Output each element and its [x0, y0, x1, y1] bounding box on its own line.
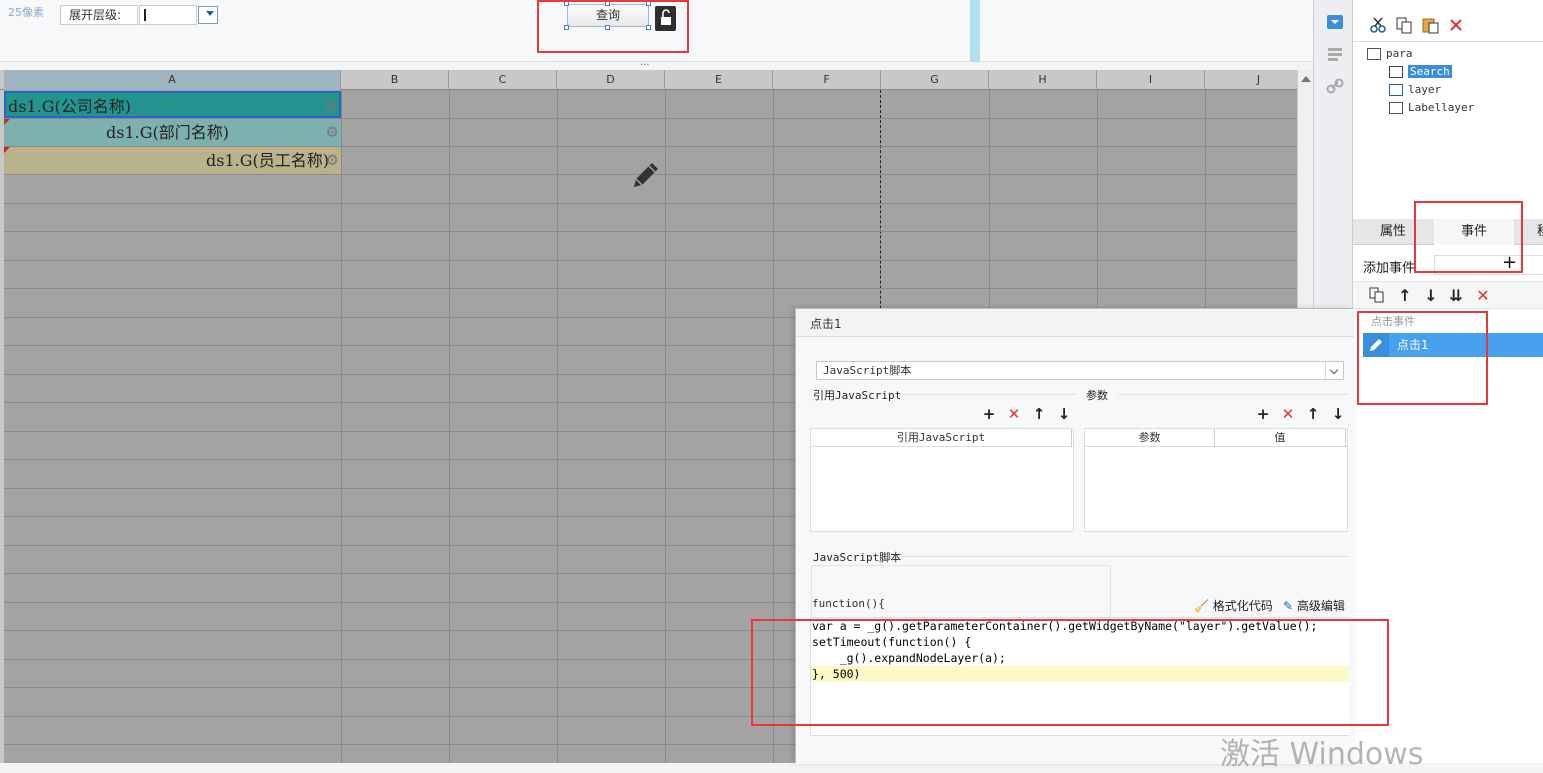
column-header-row: A B C D E F G H I J: [0, 70, 1313, 90]
delete-icon[interactable]: ✕: [1473, 286, 1493, 306]
delete-icon[interactable]: ✕: [1006, 406, 1022, 422]
column-header[interactable]: G: [881, 70, 989, 90]
tree-node-labellayer[interactable]: Labellayer: [1389, 100, 1474, 116]
cell-a3[interactable]: ds1.G(员工名称) ⚙: [4, 147, 341, 174]
column-header[interactable]: 引用JavaScript: [811, 429, 1072, 447]
tree-node-search[interactable]: Search: [1389, 64, 1452, 80]
pencil-icon: [634, 163, 658, 187]
dropdown-widget-icon: [1389, 84, 1403, 96]
script-type-select[interactable]: JavaScript脚本: [816, 361, 1344, 380]
annotation-box: [537, 0, 689, 53]
widget-settings-icon[interactable]: [1326, 14, 1344, 30]
cell-a1-text: ds1.G(公司名称): [8, 97, 131, 116]
format-code-button[interactable]: 🧹 格式化代码: [1194, 597, 1273, 614]
link-icon[interactable]: [1326, 78, 1344, 94]
copy-icon[interactable]: [1367, 286, 1387, 306]
function-signature: function(){: [812, 597, 885, 610]
level-dropdown-button[interactable]: [198, 6, 218, 24]
side-toolbar: [1313, 0, 1353, 310]
pixel-hint: 25像素: [8, 6, 44, 19]
move-down-icon[interactable]: ↓: [1330, 406, 1346, 422]
widget-toolbar: [1353, 6, 1543, 42]
column-header[interactable]: H: [989, 70, 1097, 90]
move-up-icon[interactable]: ↑: [1395, 286, 1415, 306]
delete-icon[interactable]: [1447, 16, 1465, 34]
tree-node-layer[interactable]: layer: [1389, 82, 1441, 98]
cell-a1[interactable]: ds1.G(公司名称) ⚙: [4, 91, 341, 118]
move-up-icon[interactable]: ↑: [1305, 406, 1321, 422]
move-down-icon[interactable]: ↓: [1421, 286, 1441, 306]
form-icon: [1367, 48, 1381, 60]
params-table[interactable]: 参数 值: [1084, 428, 1348, 532]
layout-guide-strip: [970, 0, 980, 62]
gear-icon[interactable]: ⚙: [326, 125, 339, 140]
cell-a2[interactable]: ds1.G(部门名称) ⚙: [4, 119, 341, 146]
level-label: 展开层级:: [60, 5, 138, 25]
annotation-box: [751, 619, 1389, 726]
cut-icon[interactable]: [1369, 16, 1387, 34]
ref-js-table[interactable]: 引用JavaScript: [810, 428, 1074, 532]
broom-icon: 🧹: [1194, 599, 1209, 613]
ref-js-label: 引用JavaScript: [813, 389, 902, 402]
move-bottom-icon[interactable]: ⇊: [1446, 286, 1466, 306]
search-widget-icon: [1389, 66, 1403, 78]
add-icon[interactable]: +: [1255, 406, 1271, 422]
add-event-label: 添加事件: [1363, 261, 1416, 276]
activation-watermark: 激活 Windows: [1220, 737, 1424, 772]
column-header[interactable]: A: [4, 70, 341, 90]
move-up-icon[interactable]: ↑: [1031, 406, 1047, 422]
gear-icon[interactable]: ⚙: [326, 153, 339, 168]
column-header[interactable]: 参数: [1085, 429, 1215, 447]
add-icon[interactable]: +: [981, 406, 997, 422]
column-header[interactable]: C: [449, 70, 557, 90]
column-header[interactable]: 值: [1215, 429, 1346, 447]
move-down-icon[interactable]: ↓: [1056, 406, 1072, 422]
scroll-up-icon[interactable]: [1301, 76, 1311, 82]
chevron-down-icon: [1325, 362, 1343, 379]
paste-icon[interactable]: [1421, 16, 1439, 34]
tree-node-para[interactable]: para: [1367, 46, 1413, 62]
column-header[interactable]: B: [341, 70, 449, 90]
copy-icon[interactable]: [1395, 16, 1413, 34]
list-settings-icon[interactable]: [1326, 46, 1344, 62]
script-label: JavaScript脚本: [813, 551, 902, 564]
gear-icon[interactable]: ⚙: [324, 99, 337, 114]
cell-a2-text: ds1.G(部门名称): [106, 123, 229, 142]
dialog-title: 点击1: [796, 309, 1354, 337]
event-toolbar: ↑ ↓ ⇊ ✕: [1353, 281, 1543, 309]
delete-icon[interactable]: ✕: [1280, 406, 1296, 422]
column-header[interactable]: E: [665, 70, 773, 90]
column-header[interactable]: F: [773, 70, 881, 90]
label-widget-icon: [1389, 102, 1403, 114]
chevron-down-icon: [206, 11, 214, 16]
column-header[interactable]: D: [557, 70, 665, 90]
column-header[interactable]: I: [1097, 70, 1205, 90]
annotation-box: [1414, 201, 1523, 273]
cell-a3-text: ds1.G(员工名称): [206, 151, 329, 170]
edit-icon: ✎: [1283, 599, 1294, 613]
params-label: 参数: [1086, 389, 1108, 402]
advanced-edit-button[interactable]: ✎ 高级编辑: [1283, 597, 1345, 614]
level-input[interactable]: [139, 5, 197, 25]
row-header: [0, 90, 4, 763]
annotation-box: [1357, 311, 1488, 405]
